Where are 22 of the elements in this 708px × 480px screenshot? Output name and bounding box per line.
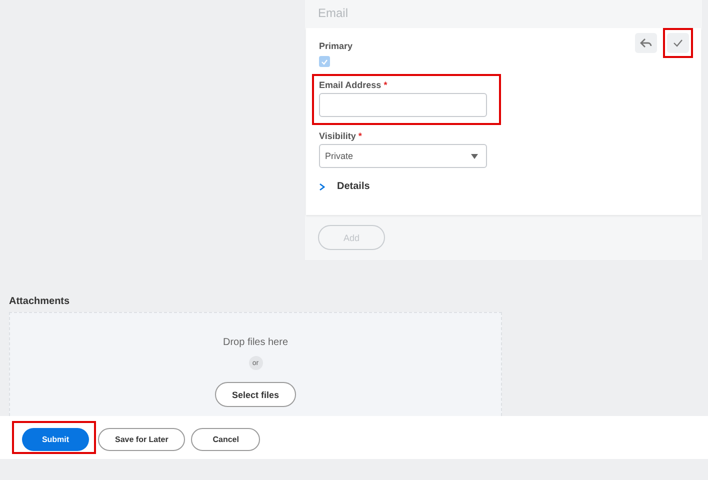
drop-hint: Drop files here — [222, 337, 288, 348]
submit-button[interactable]: Submit — [22, 428, 89, 451]
section-title: Attachments — [9, 296, 71, 309]
confirm-button[interactable] — [667, 33, 689, 53]
footer-button[interactable]: Cancel — [191, 428, 260, 451]
footer-button[interactable]: Save for Later — [98, 428, 186, 451]
checkmark-icon — [673, 39, 683, 47]
checkmark-icon — [321, 58, 328, 64]
undo-button[interactable] — [635, 33, 657, 53]
undo-icon — [640, 38, 652, 48]
email-address-field[interactable] — [319, 93, 487, 117]
field-label: Visibility * — [319, 131, 362, 141]
field-label: Email Address * — [319, 80, 388, 90]
section-title: Email — [317, 5, 350, 22]
details-toggle[interactable]: Details — [337, 181, 370, 192]
required-mark: * — [384, 80, 388, 90]
select-files-button[interactable]: Select files — [215, 382, 296, 407]
required-mark: * — [358, 131, 362, 141]
chevron-icon[interactable] — [319, 182, 325, 190]
visibility-dropdown[interactable]: Private — [319, 144, 487, 168]
field-label: Primary — [319, 41, 353, 51]
dropdown-caret-icon — [471, 154, 478, 158]
